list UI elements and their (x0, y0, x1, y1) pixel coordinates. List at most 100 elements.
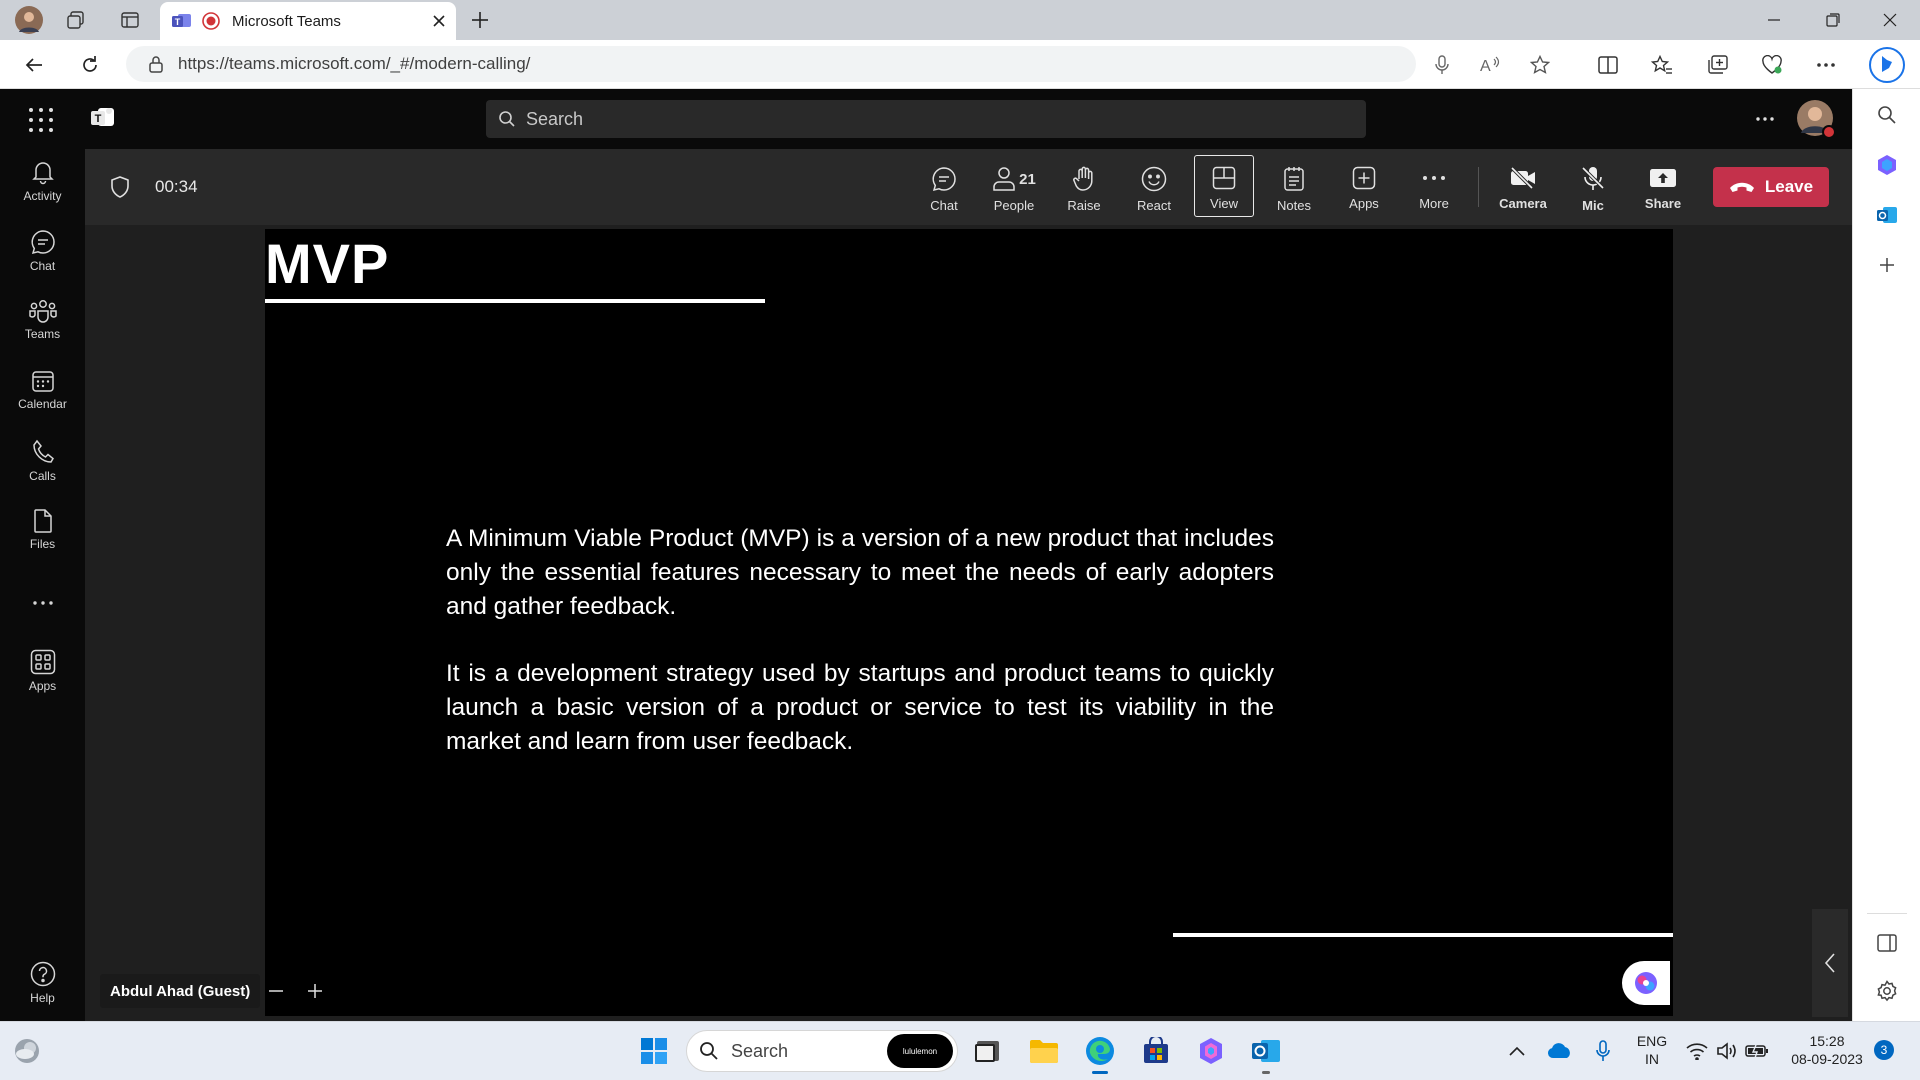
weather-widget-icon[interactable] (10, 1034, 44, 1068)
bing-copilot-icon[interactable] (1868, 46, 1906, 84)
vertical-tabs-icon[interactable] (118, 8, 142, 32)
clock-time: 15:28 (1809, 1033, 1845, 1049)
more-label: More (1419, 196, 1449, 211)
close-window-icon[interactable] (1878, 8, 1902, 32)
refresh-icon[interactable] (78, 53, 102, 77)
profile-avatar[interactable] (14, 5, 44, 35)
taskbar-search-input[interactable]: Search lululemon (686, 1030, 958, 1072)
side-panel-collapse[interactable] (1812, 909, 1848, 1017)
outlook-sidebar-icon[interactable] (1875, 203, 1899, 227)
rail-label: Apps (28, 679, 57, 693)
rail-item-calls[interactable]: Calls (0, 439, 85, 499)
rail-label: Teams (24, 327, 61, 341)
workspaces-icon[interactable] (64, 8, 88, 32)
tab-microsoft-teams[interactable]: T Microsoft Teams (160, 2, 456, 40)
new-tab-icon[interactable] (468, 8, 492, 32)
presenter-name-tag: Abdul Ahad (Guest) (100, 974, 261, 1008)
battery-icon[interactable] (1742, 1034, 1772, 1068)
teams-icon (28, 300, 57, 323)
react-button[interactable]: React (1124, 155, 1184, 217)
rail-label: Calls (29, 469, 56, 483)
clock[interactable]: 15:28 08-09-2023 (1782, 1032, 1872, 1068)
file-explorer-icon[interactable] (1027, 1034, 1061, 1068)
lock-icon[interactable] (148, 55, 164, 73)
view-button[interactable]: View (1194, 155, 1254, 217)
rail-item-apps[interactable]: Apps (0, 649, 85, 709)
close-tab-icon[interactable] (432, 14, 446, 28)
rail-item-help[interactable]: Help (0, 961, 85, 1021)
phone-icon (32, 439, 54, 463)
split-screen-icon[interactable] (1596, 53, 1620, 77)
slide-paragraph: A Minimum Viable Product (MVP) is a vers… (446, 525, 1274, 620)
task-view-icon[interactable] (970, 1034, 1004, 1068)
volume-icon[interactable] (1712, 1034, 1742, 1068)
url-field[interactable]: https://teams.microsoft.com/_#/modern-ca… (126, 46, 1416, 82)
user-avatar[interactable] (1796, 99, 1836, 139)
rail-item-files[interactable]: Files (0, 509, 85, 569)
settings-more-icon[interactable] (1814, 53, 1838, 77)
active-app-indicator (1092, 1071, 1108, 1074)
notification-badge[interactable]: 3 (1874, 1040, 1894, 1060)
raise-label: Raise (1067, 198, 1101, 213)
rail-label: Help (30, 991, 55, 1005)
sidebar-settings-icon[interactable] (1875, 979, 1899, 1003)
clock-date: 08-09-2023 (1791, 1051, 1863, 1067)
zoom-out-icon[interactable] (264, 979, 288, 1003)
minimize-icon[interactable] (1762, 8, 1786, 32)
meeting-timer: 00:34 (155, 177, 198, 196)
people-label: People (993, 198, 1035, 213)
rail-item-activity[interactable]: Activity (0, 159, 85, 219)
rail-label: Calendar (18, 397, 67, 411)
teams-search-input[interactable]: Search (486, 100, 1366, 138)
microphone-tray-icon[interactable] (1588, 1034, 1618, 1068)
apps-button[interactable]: Apps (1334, 155, 1394, 217)
zoom-in-icon[interactable] (303, 979, 327, 1003)
mic-button[interactable]: Mic (1563, 155, 1623, 217)
search-icon[interactable] (1875, 103, 1899, 127)
show-hidden-icons-chevron-icon[interactable] (1505, 1034, 1529, 1068)
read-aloud-icon[interactable]: A (1478, 53, 1502, 77)
people-button[interactable]: 21 People (984, 155, 1044, 217)
raise-hand-button[interactable]: Raise (1054, 155, 1114, 217)
hide-sidebar-icon[interactable] (1875, 931, 1899, 955)
onedrive-icon[interactable] (1545, 1034, 1575, 1068)
start-button-icon[interactable] (637, 1034, 671, 1068)
chat-button[interactable]: Chat (914, 155, 974, 217)
copilot-taskbar-icon[interactable] (1194, 1034, 1228, 1068)
copilot-button[interactable] (1622, 961, 1670, 1005)
taskbar-search-placeholder: Search (731, 1040, 789, 1061)
svg-text:A: A (1480, 58, 1491, 75)
collections-icon[interactable] (1706, 53, 1730, 77)
add-sidebar-app-icon[interactable] (1875, 253, 1899, 277)
notes-button[interactable]: Notes (1264, 155, 1324, 217)
copilot-sidebar-icon[interactable] (1875, 153, 1899, 177)
microsoft-store-icon[interactable] (1139, 1034, 1173, 1068)
outlook-taskbar-icon[interactable] (1249, 1034, 1283, 1074)
edge-browser-icon[interactable] (1083, 1034, 1117, 1074)
slide-title-underline (265, 299, 765, 303)
rail-item-calendar[interactable]: Calendar (0, 369, 85, 429)
app-launcher-icon[interactable] (28, 107, 54, 133)
more-options-icon[interactable] (1756, 117, 1774, 121)
microphone-icon[interactable] (1430, 53, 1454, 77)
shield-icon[interactable] (110, 176, 130, 198)
favorites-icon[interactable] (1650, 53, 1674, 77)
more-icon (1423, 176, 1445, 180)
search-highlight-badge[interactable]: lululemon (887, 1034, 953, 1068)
more-apps-icon[interactable] (33, 601, 53, 605)
back-icon[interactable] (22, 53, 46, 77)
slide-paragraph: It is a development strategy used by sta… (446, 660, 1274, 755)
more-button[interactable]: More (1404, 155, 1464, 217)
people-count: 21 (1019, 170, 1036, 188)
rail-item-teams[interactable]: Teams (0, 299, 85, 359)
camera-button[interactable]: Camera (1493, 155, 1553, 217)
restore-icon[interactable] (1821, 8, 1845, 32)
leave-button[interactable]: Leave (1713, 167, 1829, 207)
wifi-icon[interactable] (1682, 1034, 1712, 1068)
language-indicator[interactable]: ENG IN (1634, 1032, 1670, 1068)
browser-essentials-icon[interactable] (1760, 53, 1784, 77)
rail-item-chat[interactable]: Chat (0, 229, 85, 289)
share-button[interactable]: Share (1633, 155, 1693, 217)
svg-text:T: T (175, 17, 181, 27)
favorite-star-icon[interactable] (1528, 53, 1552, 77)
